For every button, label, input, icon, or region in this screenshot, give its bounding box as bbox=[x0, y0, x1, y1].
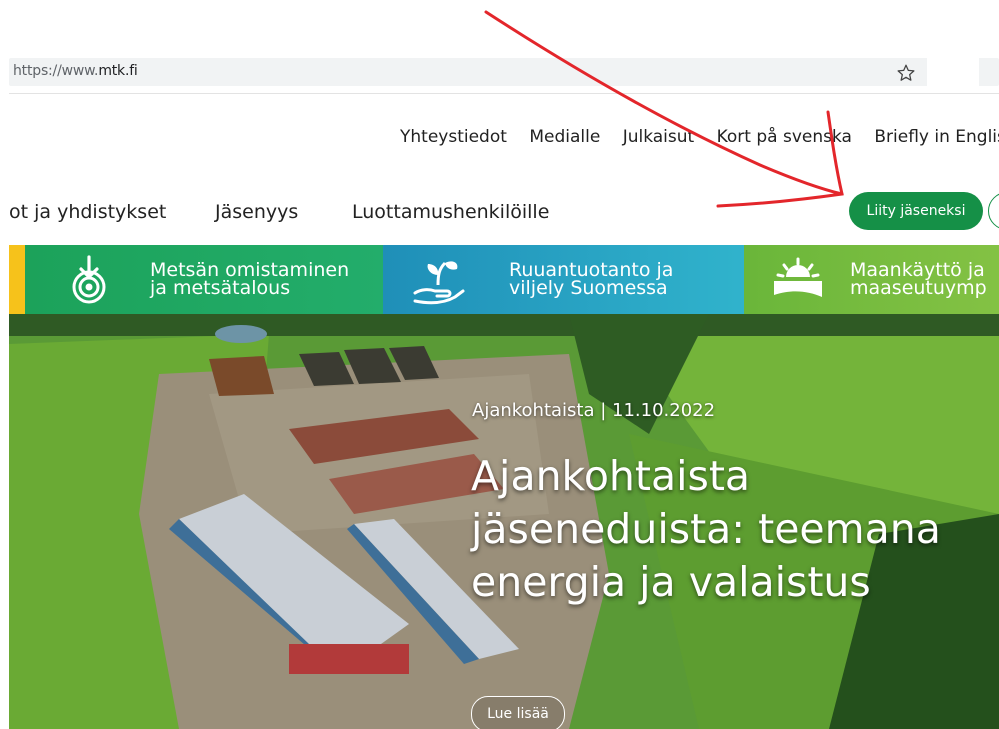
toolbar-blank bbox=[927, 58, 979, 86]
hand-sprout-icon bbox=[413, 261, 465, 305]
star-outline-icon[interactable] bbox=[895, 62, 917, 84]
accent-stripe bbox=[9, 245, 25, 314]
category-label: Maankäyttö ja maaseutuymp bbox=[850, 259, 987, 299]
link-julkaisut[interactable]: Julkaisut bbox=[623, 127, 695, 147]
forest-rings-icon bbox=[72, 255, 106, 304]
nav-luottamushenkiloille[interactable]: Luottamushenkilöille bbox=[352, 201, 549, 223]
read-more-button[interactable]: Lue lisää bbox=[471, 696, 565, 729]
utility-nav: Yhteystiedot Medialle Julkaisut Kort på … bbox=[400, 127, 999, 147]
link-kort-pa-svenska[interactable]: Kort på svenska bbox=[717, 127, 852, 147]
toolbar-divider bbox=[9, 93, 999, 94]
article-title[interactable]: Ajankohtaista jäseneduista: teemana ener… bbox=[471, 450, 941, 609]
address-bar[interactable]: https://www.mtk.fi bbox=[9, 58, 999, 86]
link-yhteystiedot[interactable]: Yhteystiedot bbox=[400, 127, 507, 147]
url-text[interactable]: https://www.mtk.fi bbox=[13, 63, 138, 79]
category-tile-land-use[interactable]: Maankäyttö ja maaseutuymp bbox=[744, 245, 999, 314]
category-label: Ruuantuotanto ja viljely Suomessa bbox=[509, 259, 674, 299]
nav-yhdistykset[interactable]: ot ja yhdistykset bbox=[9, 201, 166, 223]
category-label: Metsän omistaminen ja metsätalous bbox=[150, 259, 350, 299]
secondary-button[interactable] bbox=[988, 192, 999, 230]
nav-jasenyys[interactable]: Jäsenyys bbox=[215, 201, 298, 223]
hero-banner[interactable]: Ajankohtaista | 11.10.2022 Ajankohtaista… bbox=[9, 314, 999, 729]
sunrise-field-icon bbox=[774, 257, 822, 297]
category-tile-forest[interactable]: Metsän omistaminen ja metsätalous bbox=[25, 245, 383, 314]
link-briefly-in-english[interactable]: Briefly in English bbox=[874, 127, 999, 147]
category-band: Metsän omistaminen ja metsätalous Ruuant… bbox=[9, 245, 999, 314]
join-button[interactable]: Liity jäseneksi bbox=[849, 192, 983, 230]
category-tile-food[interactable]: Ruuantuotanto ja viljely Suomessa bbox=[383, 245, 744, 314]
article-meta: Ajankohtaista | 11.10.2022 bbox=[472, 400, 716, 421]
link-medialle[interactable]: Medialle bbox=[529, 127, 600, 147]
